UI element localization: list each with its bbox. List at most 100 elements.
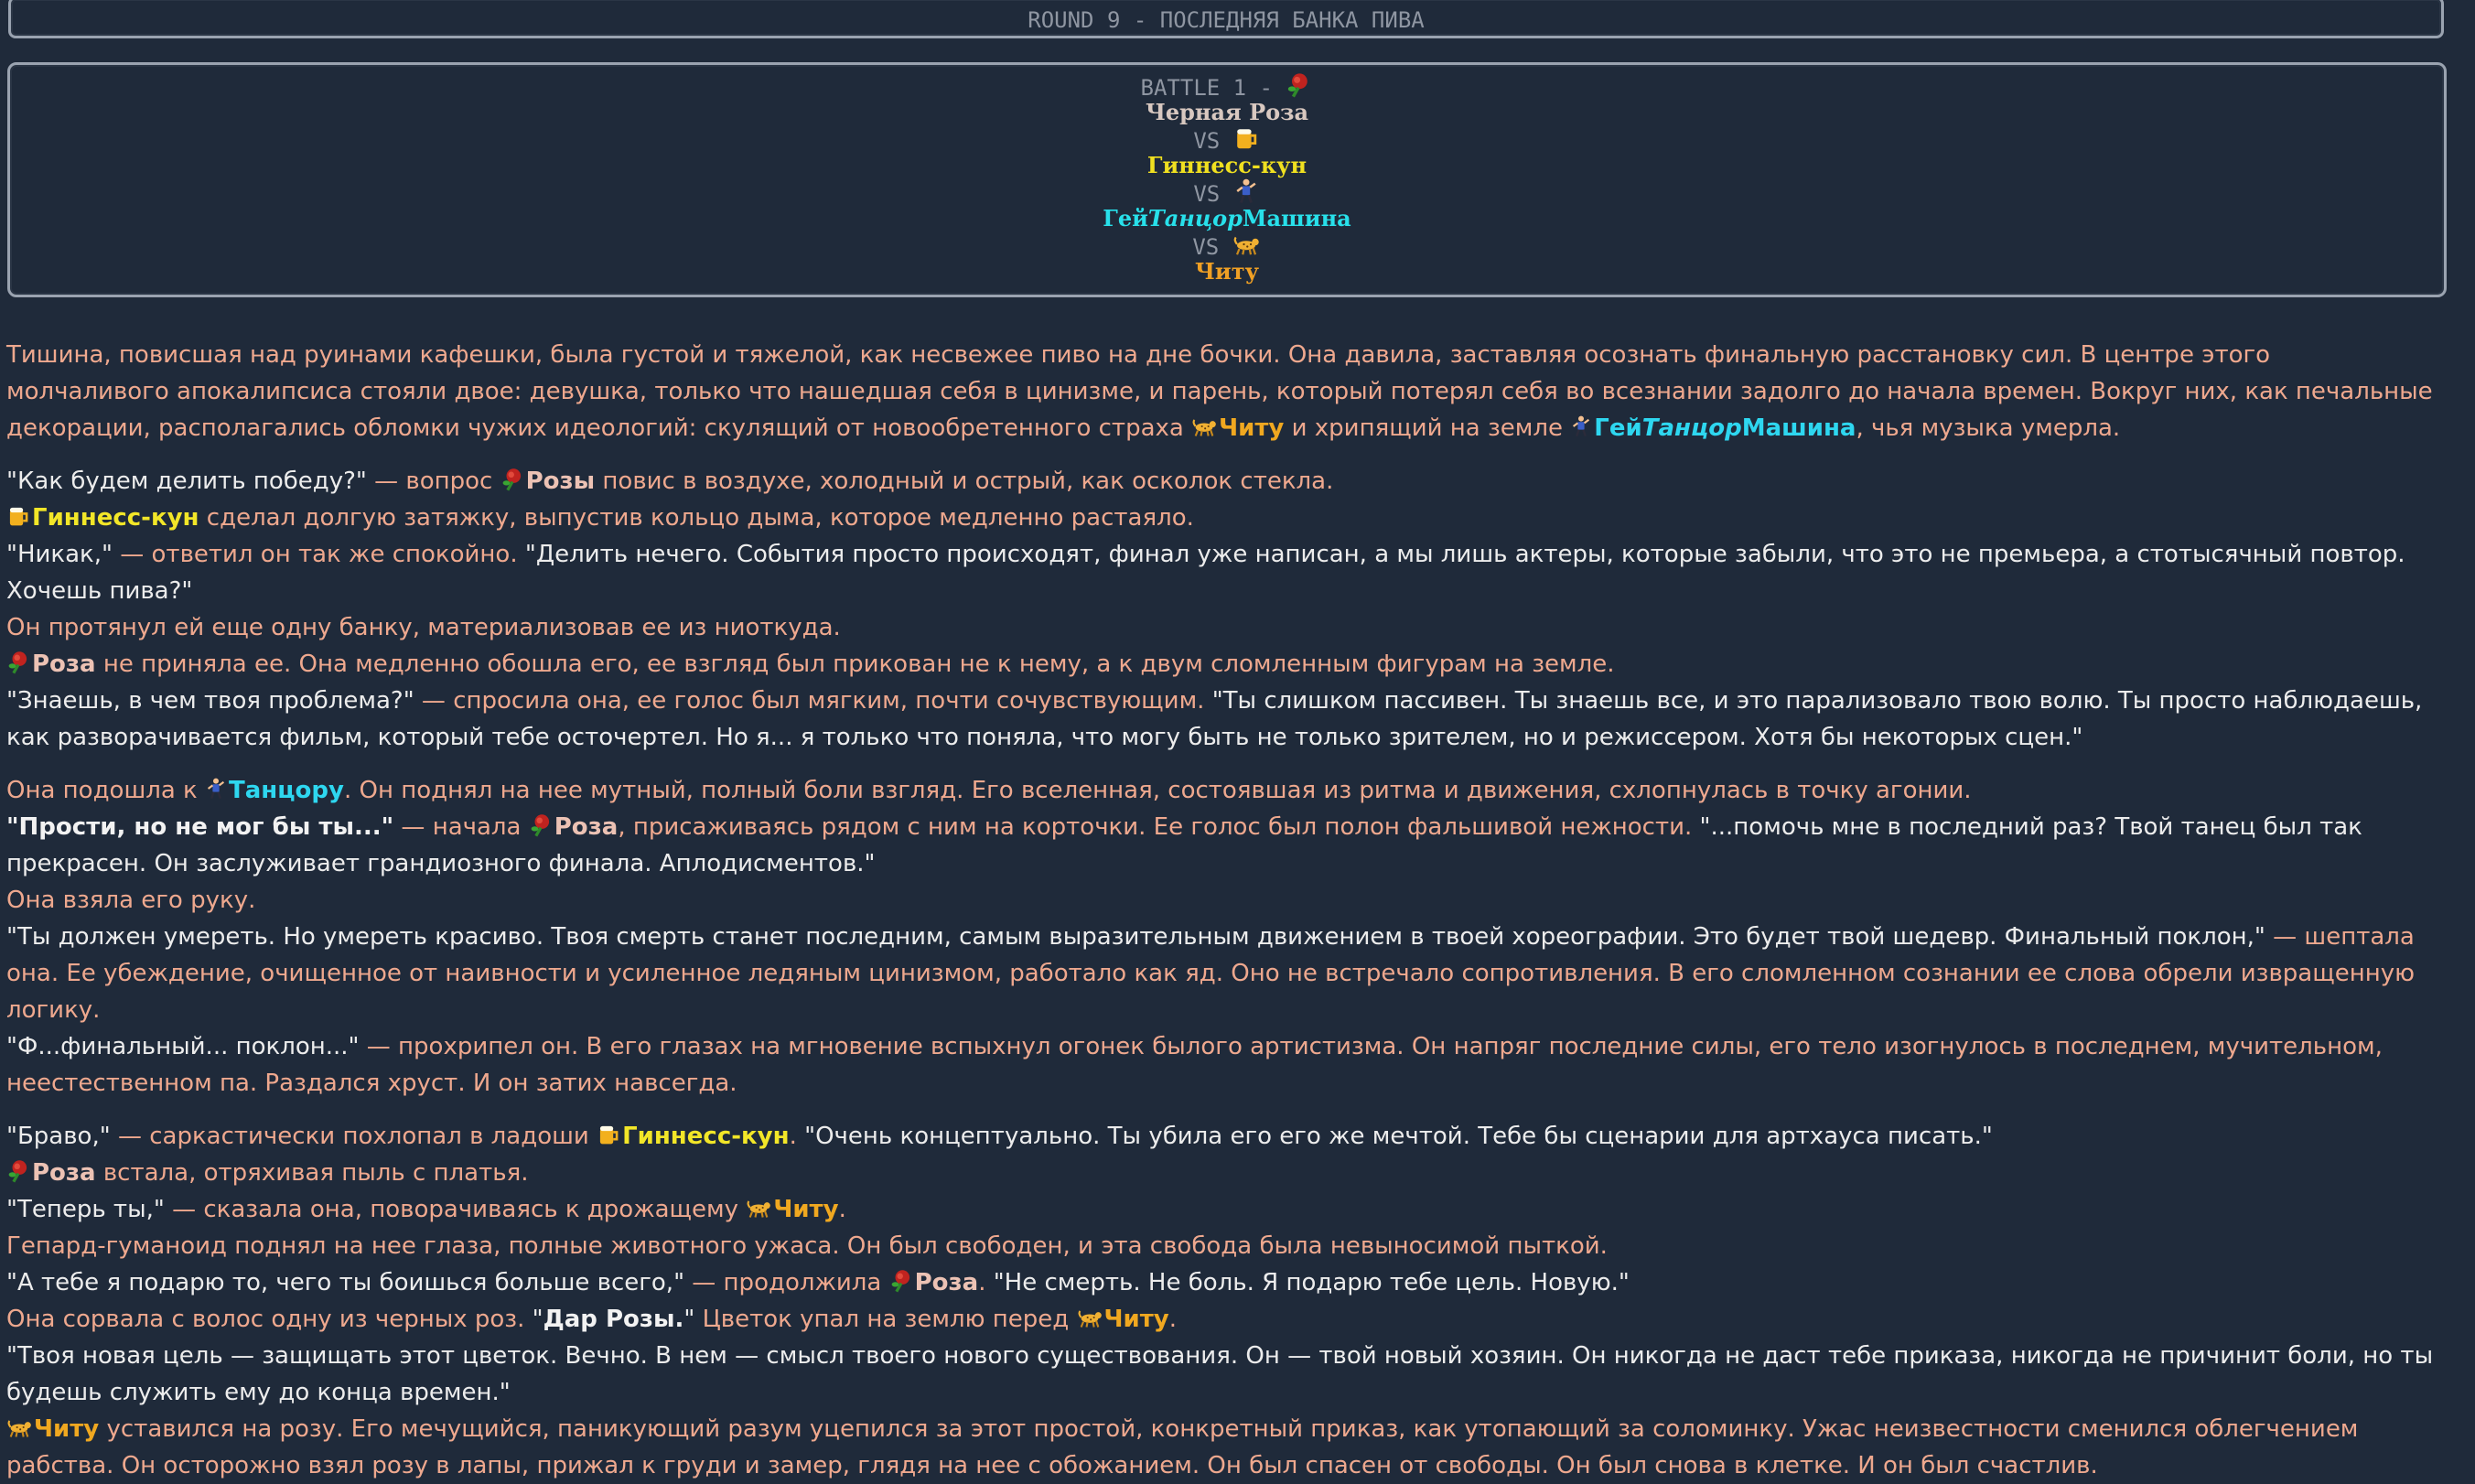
narration: не приняла ее. Она медленно обошла его, … xyxy=(95,651,1615,678)
narration: — продолжила xyxy=(684,1269,889,1296)
dancer-icon xyxy=(1233,178,1259,204)
story-line: "Знаешь, в чем твоя проблема?" — спросил… xyxy=(6,683,2440,756)
name-part: Машина xyxy=(1741,414,1856,442)
dialogue: "Никак," xyxy=(6,541,113,568)
name-chitu: Читу xyxy=(1103,1306,1169,1333)
vs-line-1: VS xyxy=(10,125,2444,154)
dialogue: "Твоя новая цель — защищать этот цветок.… xyxy=(6,1342,2434,1406)
fighter-dancer-part: Танцор xyxy=(1147,205,1243,231)
narration: , чья музыка умерла. xyxy=(1856,414,2121,442)
beer-icon xyxy=(1233,125,1259,151)
fighter-dancer-part: Машина xyxy=(1242,205,1351,231)
story-line: Роза не приняла ее. Она медленно обошла … xyxy=(6,646,2440,683)
vs-line-3: VS xyxy=(10,231,2444,260)
cheetah-icon xyxy=(1191,414,1217,438)
battle-title: BATTLE 1 - xyxy=(1140,75,1274,101)
name-beer: Гиннесс-кун xyxy=(32,504,199,532)
name-beer: Гиннесс-кун xyxy=(622,1123,790,1150)
dialogue: " xyxy=(683,1306,695,1333)
story-line: "Ты должен умереть. Но умереть красиво. … xyxy=(6,919,2440,1028)
dancer-icon xyxy=(1570,414,1592,438)
dialogue: "Ты должен умереть. Но умереть красиво. … xyxy=(6,923,2265,951)
beer-icon xyxy=(6,504,30,528)
name-rose: Роза xyxy=(554,813,619,841)
round-title: ROUND 9 - ПОСЛЕДНЯЯ БАНКА ПИВА xyxy=(1028,7,1425,33)
story-paragraph: Тишина, повисшая над руинами кафешки, бы… xyxy=(6,337,2440,446)
narration: . Он поднял на нее мутный, полный боли в… xyxy=(343,777,1972,804)
vs-label: VS xyxy=(1192,234,1220,260)
battle-title-line: BATTLE 1 - xyxy=(10,72,2444,101)
name-dancer: Танцору xyxy=(229,777,344,804)
story-line: Читу уставился на розу. Его мечущийся, п… xyxy=(6,1411,2440,1484)
fighter-beer-line: Гиннесс-кун xyxy=(10,152,2444,178)
story-line: Она подошла к Танцору. Он поднял на нее … xyxy=(6,772,2440,809)
narration: . xyxy=(978,1269,994,1296)
story-line: Роза встала, отряхивая пыль с платья. xyxy=(6,1155,2440,1191)
dialogue: "Знаешь, в чем твоя проблема?" xyxy=(6,687,414,715)
fighter-dancer-part: Гей xyxy=(1103,205,1148,231)
fighter-chitu-line: Читу xyxy=(10,258,2444,285)
name-gift: Дар Розы. xyxy=(543,1306,684,1333)
narration: и хрипящий на земле xyxy=(1284,414,1571,442)
narration: — спросила она, ее голос был мягким, поч… xyxy=(414,687,1212,715)
fighter-dancer: ГейТанцорМашина xyxy=(1103,205,1350,231)
story-line: "Браво," — саркастически похлопал в ладо… xyxy=(6,1118,2440,1155)
fighter-dancer-line: ГейТанцорМашина xyxy=(10,205,2444,231)
story-line: "Прости, но не мог бы ты..." — начала Ро… xyxy=(6,809,2440,882)
story-line: Гиннесс-кун сделал долгую затяжку, выпус… xyxy=(6,500,2440,536)
narration: — начала xyxy=(393,813,529,841)
story-line: "А тебе я подарю то, чего ты боишься бол… xyxy=(6,1264,2440,1301)
fighter-chitu: Читу xyxy=(1195,258,1259,285)
dialogue: "Как будем делить победу?" xyxy=(6,468,367,495)
rose-icon xyxy=(6,1159,30,1183)
rose-icon xyxy=(6,651,30,674)
fighter-beer: Гиннесс-кун xyxy=(1146,152,1307,178)
rose-icon xyxy=(500,468,524,491)
narration: Гепард-гуманоид поднял на нее глаза, пол… xyxy=(6,1232,1608,1260)
name-rose: Розы xyxy=(525,468,596,495)
cheetah-icon xyxy=(746,1196,771,1220)
narration: Она подошла к xyxy=(6,777,206,804)
beer-icon xyxy=(597,1123,620,1146)
battle-card: BATTLE 1 - Черная Роза VS Гиннесс-кун VS… xyxy=(7,62,2447,297)
dialogue: "Браво," xyxy=(6,1123,111,1150)
story-line: "Теперь ты," — сказала она, поворачиваяс… xyxy=(6,1191,2440,1228)
narration: , присаживаясь рядом с ним на корточки. … xyxy=(618,813,1700,841)
dialogue: " xyxy=(532,1306,543,1333)
rose-icon xyxy=(1286,72,1311,98)
story-line: "Ф...финальный... поклон..." — прохрипел… xyxy=(6,1028,2440,1102)
narration: сделал долгую затяжку, выпустив кольцо д… xyxy=(199,504,1194,532)
cheetah-icon xyxy=(6,1415,32,1439)
story-line: Она сорвала с волос одну из черных роз. … xyxy=(6,1301,2440,1338)
name-rose: Роза xyxy=(32,651,96,678)
story-line: Гепард-гуманоид поднял на нее глаза, пол… xyxy=(6,1228,2440,1264)
story-line: "Как будем делить победу?" — вопрос Розы… xyxy=(6,463,2440,500)
fighter-rose: Черная Роза xyxy=(1145,99,1309,125)
narration: — вопрос xyxy=(366,468,500,495)
fighter-rose-line: Черная Роза xyxy=(10,99,2444,125)
narration: . xyxy=(789,1123,805,1150)
dialogue: "Прости, но не мог бы ты..." xyxy=(6,813,394,841)
narration: — сказала она, поворачиваясь к дрожащему xyxy=(164,1196,747,1223)
name-chitu: Читу xyxy=(773,1196,839,1223)
narration: . xyxy=(1168,1306,1178,1333)
story-line: Он протянул ей еще одну банку, материали… xyxy=(6,609,2440,646)
narration: — ответил он так же спокойно. xyxy=(112,541,525,568)
vs-label: VS xyxy=(1193,128,1221,154)
narration: Он протянул ей еще одну банку, материали… xyxy=(6,614,841,641)
name-rose: Роза xyxy=(32,1159,96,1187)
story-line: "Никак," — ответил он так же спокойно. "… xyxy=(6,536,2440,609)
narration: . xyxy=(838,1196,846,1223)
narration: Она сорвала с волос одну из черных роз. xyxy=(6,1306,533,1333)
round-header: ROUND 9 - ПОСЛЕДНЯЯ БАНКА ПИВА xyxy=(8,0,2444,38)
rose-icon xyxy=(529,813,553,837)
name-dancer: ГейТанцорМашина xyxy=(1594,414,1856,442)
dancer-icon xyxy=(205,777,227,801)
name-part: Гей xyxy=(1594,414,1642,442)
narration: Цветок упал на землю перед xyxy=(694,1306,1077,1333)
cheetah-icon xyxy=(1077,1306,1103,1329)
dialogue: "Очень концептуально. Ты убила его его ж… xyxy=(804,1123,1993,1150)
vs-label: VS xyxy=(1193,181,1221,207)
dialogue: "Не смерть. Не боль. Я подарю тебе цель.… xyxy=(993,1269,1630,1296)
cheetah-icon xyxy=(1232,231,1260,257)
